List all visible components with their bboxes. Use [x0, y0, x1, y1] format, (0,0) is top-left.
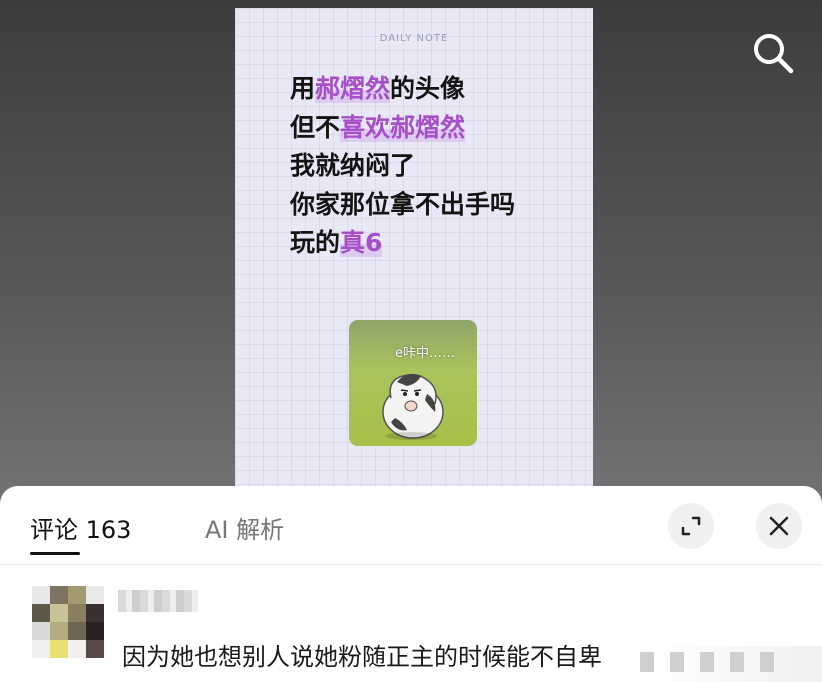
close-button[interactable]	[756, 503, 802, 549]
avatar[interactable]	[32, 586, 104, 658]
card-line: 玩的真6	[290, 224, 515, 263]
expand-icon	[681, 516, 701, 536]
highlighted-text: 喜欢郝熠然	[340, 112, 466, 142]
tab-divider	[0, 564, 822, 565]
tab-ai-analysis[interactable]: AI 解析	[205, 510, 284, 545]
card-line: 你家那位拿不出手吗	[290, 186, 515, 225]
card-text-segment: 我就纳闷了	[290, 151, 416, 180]
card-line: 但不喜欢郝熠然	[290, 109, 515, 148]
sticker-caption: e咔中……	[395, 346, 455, 361]
comments-sheet: 评论 163 AI 解析 因为她也想别人说她粉随正主的时候能不自卑	[0, 486, 822, 682]
active-tab-indicator	[30, 552, 80, 555]
comment-text: 因为她也想别人说她粉随正主的时候能不自卑	[122, 643, 602, 671]
card-line: 用郝熠然的头像	[290, 70, 515, 109]
card-text-lines: 用郝熠然的头像 但不喜欢郝熠然 我就纳闷了 你家那位拿不出手吗 玩的真6	[290, 70, 515, 263]
blurred-overlay	[600, 646, 822, 682]
search-icon	[754, 34, 794, 74]
note-card-image[interactable]: DAILY NOTE 用郝熠然的头像 但不喜欢郝熠然 我就纳闷了 你家那位拿不出…	[235, 8, 593, 488]
expand-button[interactable]	[668, 503, 714, 549]
card-text-segment: 但不	[290, 112, 341, 142]
card-header: DAILY NOTE	[379, 33, 449, 44]
highlighted-text: 郝熠然	[315, 74, 391, 103]
card-text-segment: 的头像	[390, 74, 466, 103]
card-text-segment: 用	[290, 74, 316, 103]
card-line: 我就纳闷了	[290, 147, 515, 186]
sticker-image: e咔中……	[349, 320, 477, 446]
tab-comments[interactable]: 评论 163	[30, 510, 131, 545]
search-button[interactable]	[750, 30, 796, 76]
highlighted-text: 真6	[340, 228, 383, 257]
username-blurred[interactable]	[118, 590, 198, 612]
card-text-segment: 你家那位拿不出手吗	[290, 189, 516, 219]
cow-character-illustration	[382, 373, 444, 440]
close-icon	[769, 516, 789, 536]
card-text-segment: 玩的	[290, 228, 341, 257]
